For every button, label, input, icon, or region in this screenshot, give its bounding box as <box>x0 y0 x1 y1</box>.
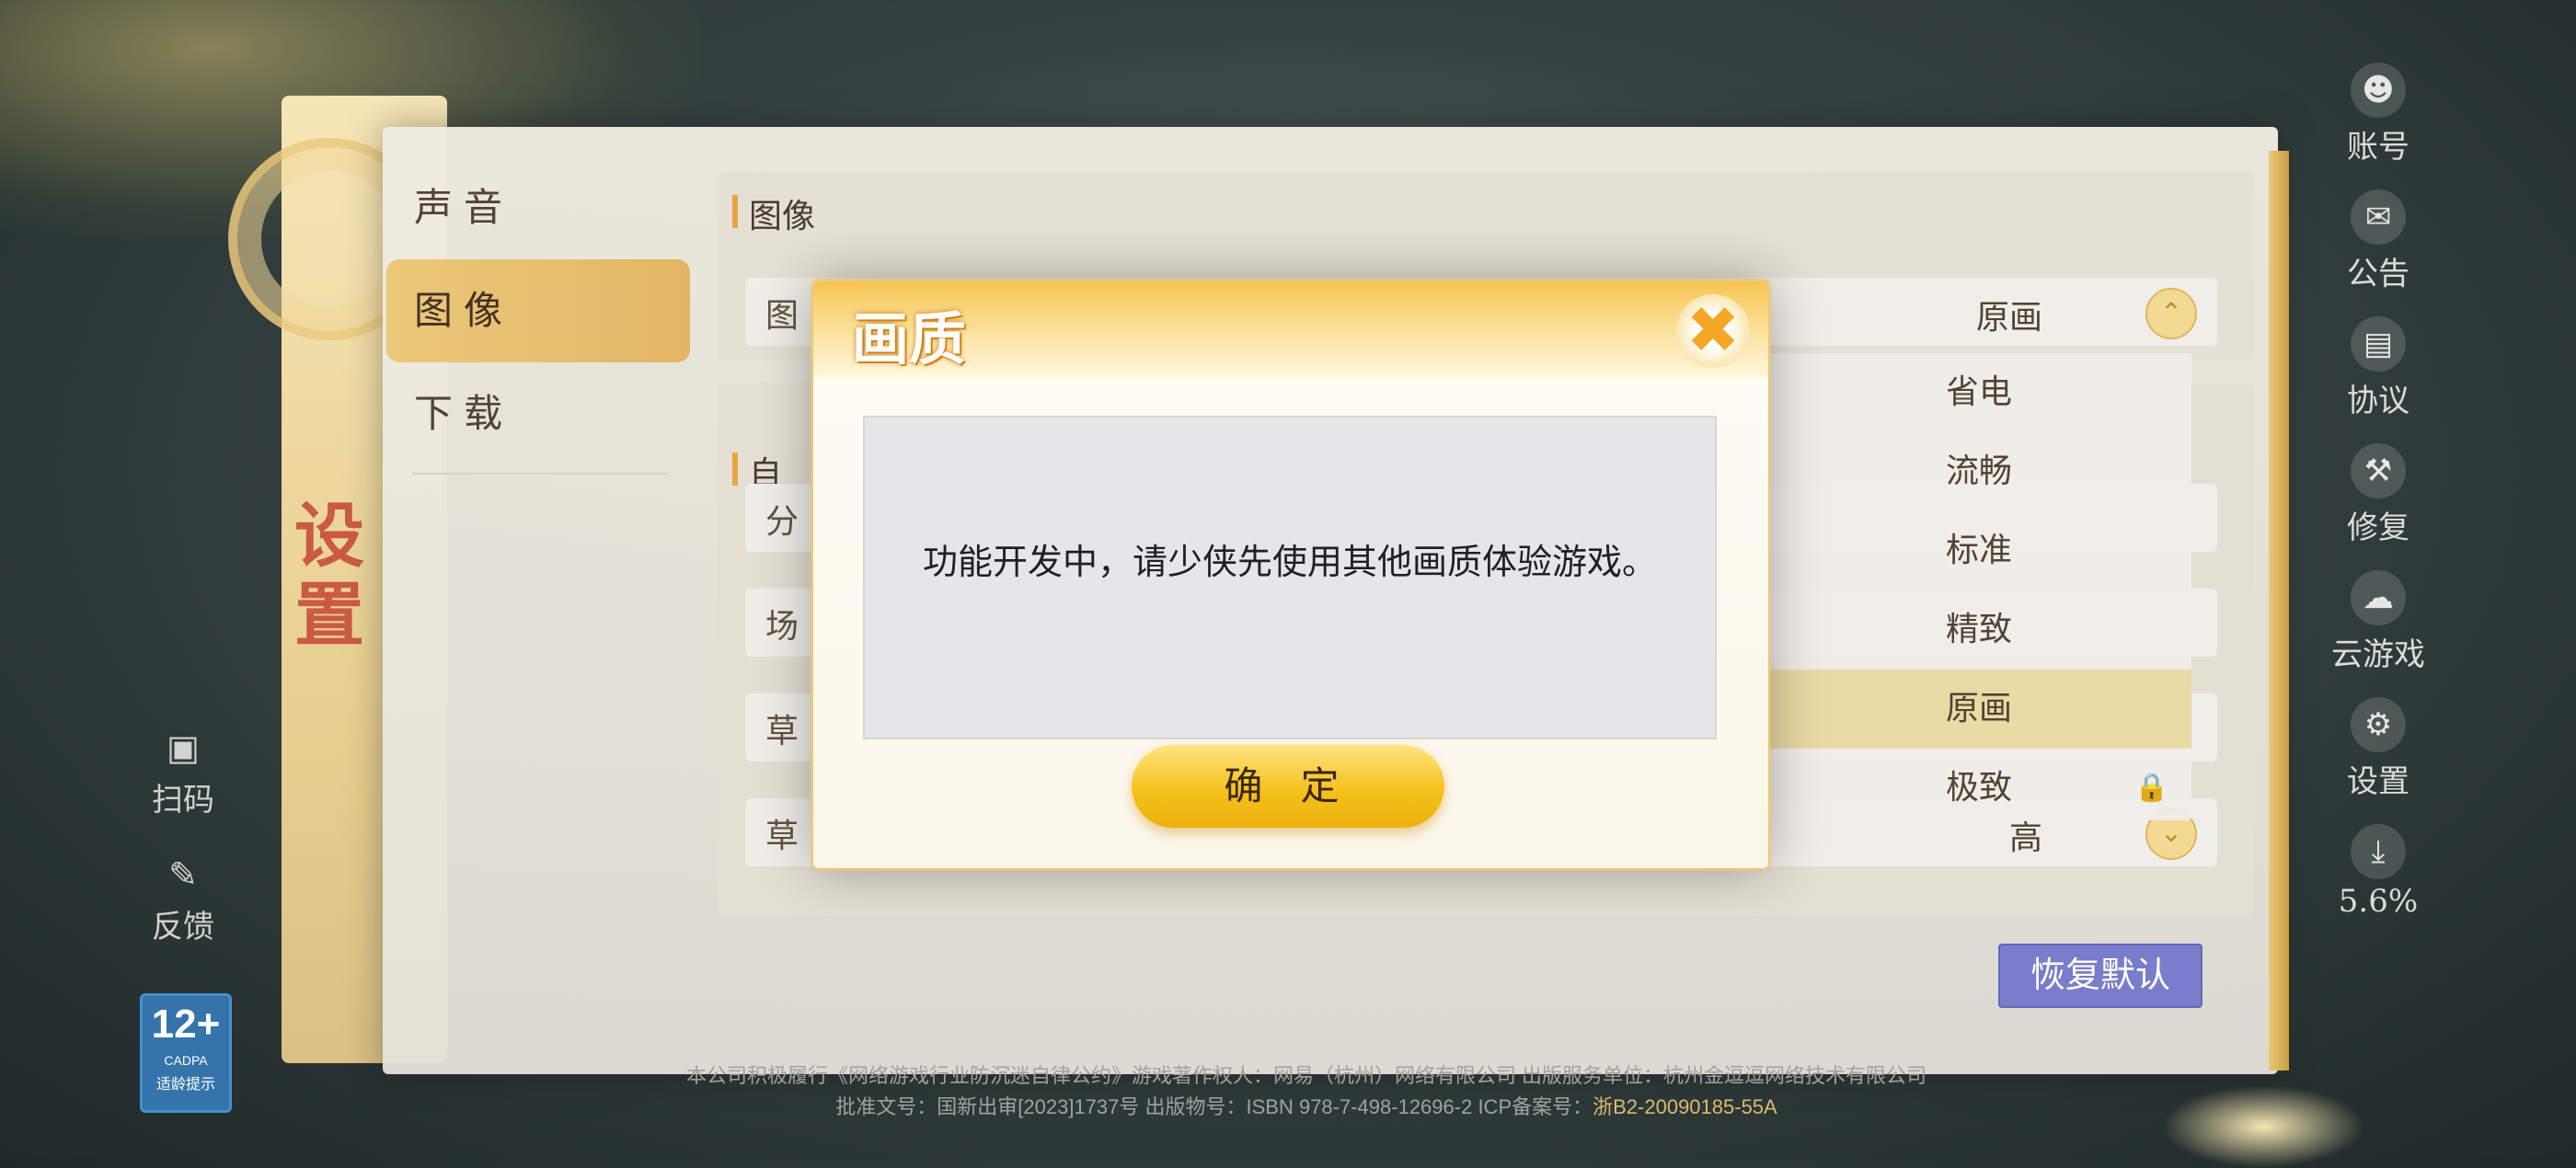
dialog-title: 画质 <box>852 305 967 372</box>
quality-dialog: 画质 ✖ 功能开发中，请少侠先使用其他画质体验游戏。 确 定 <box>813 281 1768 868</box>
close-icon[interactable]: ✖ <box>1676 294 1750 368</box>
dialog-message: 功能开发中，请少侠先使用其他画质体验游戏。 <box>922 542 1657 582</box>
dialog-message-box: 功能开发中，请少侠先使用其他画质体验游戏。 <box>863 416 1717 739</box>
confirm-button[interactable]: 确 定 <box>1132 745 1444 828</box>
